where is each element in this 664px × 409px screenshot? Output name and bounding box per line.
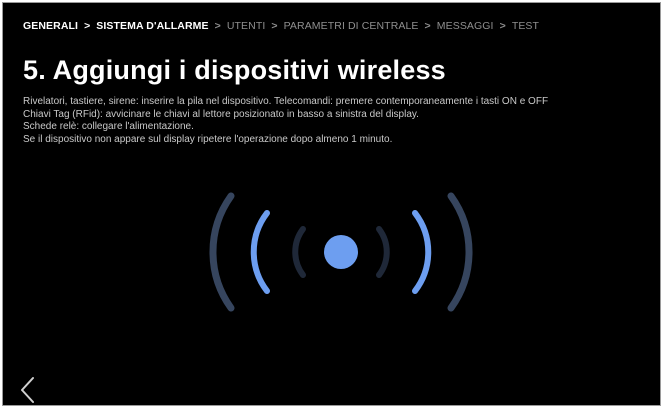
- breadcrumb-generali[interactable]: GENERALI: [23, 20, 78, 32]
- wizard-screen: GENERALI > SISTEMA D'ALLARME > UTENTI > …: [2, 2, 661, 406]
- breadcrumb-separator: >: [499, 20, 506, 32]
- breadcrumb-separator: >: [271, 20, 278, 32]
- breadcrumb-sistema-allarme[interactable]: SISTEMA D'ALLARME: [96, 20, 208, 32]
- chevron-left-icon: [21, 377, 34, 403]
- page-title: 5. Aggiungi i dispositivi wireless: [23, 55, 446, 85]
- outer-left-arc: [209, 192, 235, 312]
- instruction-line: Rivelatori, tastiere, sirene: inserire l…: [23, 96, 549, 107]
- instruction-line: Chiavi Tag (RFid): avvicinare le chiavi …: [23, 108, 419, 120]
- middle-left-arc: [250, 210, 270, 294]
- inner-left-arc: [292, 226, 306, 278]
- breadcrumb: GENERALI > SISTEMA D'ALLARME > UTENTI > …: [23, 20, 539, 32]
- breadcrumb-utenti[interactable]: UTENTI: [227, 20, 266, 32]
- breadcrumb-separator: >: [424, 20, 431, 32]
- instructions: Rivelatori, tastiere, sirene: inserire l…: [23, 96, 659, 146]
- inner-right-arc: [376, 226, 390, 278]
- outer-right-arc: [447, 192, 473, 312]
- breadcrumb-parametri-centrale[interactable]: PARAMETRI DI CENTRALE: [284, 20, 419, 32]
- wireless-signal-icon: [209, 192, 473, 312]
- signal-center-dot: [324, 235, 358, 269]
- breadcrumb-separator: >: [214, 20, 221, 32]
- breadcrumb-messaggi[interactable]: MESSAGGI: [437, 20, 494, 32]
- back-button[interactable]: [17, 375, 39, 405]
- instruction-line: Se il dispositivo non appare sul display…: [23, 133, 393, 145]
- breadcrumb-separator: >: [84, 20, 91, 32]
- instruction-line: Schede relè: collegare l'alimentazione.: [23, 121, 194, 132]
- middle-right-arc: [412, 210, 432, 294]
- breadcrumb-test[interactable]: TEST: [512, 20, 539, 32]
